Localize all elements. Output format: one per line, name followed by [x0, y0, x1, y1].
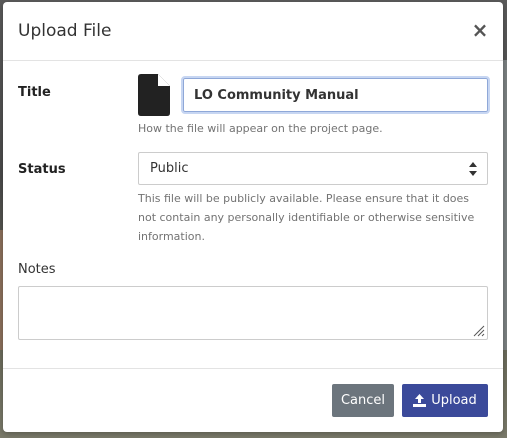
upload-file-modal: Upload File × Title How the file will ap…	[3, 2, 503, 432]
cancel-button[interactable]: Cancel	[332, 384, 394, 417]
upload-button[interactable]: Upload	[402, 384, 488, 417]
close-button[interactable]: ×	[471, 19, 489, 41]
resize-grip-icon[interactable]	[473, 325, 485, 337]
cancel-button-label: Cancel	[340, 393, 386, 408]
title-input[interactable]	[181, 76, 490, 114]
file-icon	[138, 74, 170, 116]
modal-footer: Cancel Upload	[3, 368, 503, 433]
modal-title: Upload File	[18, 21, 112, 41]
upload-icon	[413, 394, 427, 407]
sort-arrows-icon	[469, 162, 477, 176]
modal-header: Upload File ×	[3, 2, 503, 61]
backdrop-image-right	[503, 60, 507, 350]
notes-label: Notes	[18, 262, 56, 277]
title-label: Title	[18, 85, 51, 100]
status-label: Status	[18, 162, 66, 177]
status-select[interactable]: Public	[138, 152, 488, 185]
upload-button-label: Upload	[431, 393, 477, 408]
status-selected-value: Public	[150, 161, 189, 176]
title-help-text: How the file will appear on the project …	[138, 122, 383, 135]
notes-textarea[interactable]	[18, 286, 488, 340]
status-help-text: This file will be publicly available. Pl…	[138, 192, 475, 243]
